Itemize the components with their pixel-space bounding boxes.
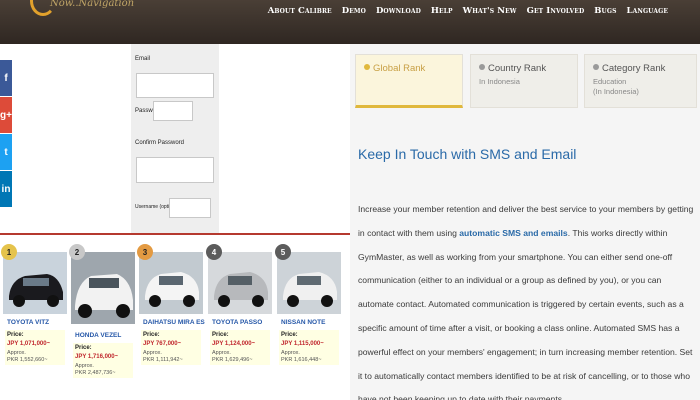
car-photo[interactable] xyxy=(277,252,341,314)
section-body: Increase your member retention and deliv… xyxy=(358,198,696,400)
tab-global-rank[interactable]: Global Rank xyxy=(355,54,463,108)
nav-about-calibre[interactable]: About Calibre xyxy=(268,6,332,16)
approx-label: Approx. xyxy=(75,363,94,369)
car-name[interactable]: NISSAN NOTE xyxy=(281,319,325,326)
social-share-bar: f g+ t in xyxy=(0,60,12,208)
body-text-2: . This works directly within GymMaster, … xyxy=(358,227,693,400)
email-field[interactable] xyxy=(136,73,214,98)
price-pkr: PKR 1,629,496~ xyxy=(212,357,253,363)
right-panel: Global Rank Country Rank In Indonesia Ca… xyxy=(350,44,700,400)
logo-text[interactable]: Now..Navigation xyxy=(50,0,134,9)
price-label: Price: xyxy=(7,332,24,338)
car-name[interactable]: TOYOTA PASSO xyxy=(212,319,262,326)
price-box: Price: JPY 1,124,000~ Approx. PKR 1,629,… xyxy=(210,330,270,365)
car-image-icon xyxy=(139,252,203,314)
section-heading: Keep In Touch with SMS and Email xyxy=(358,146,577,162)
price-label: Price: xyxy=(281,332,298,338)
price-jpy: JPY 767,000~ xyxy=(143,341,182,347)
car-photo[interactable] xyxy=(139,252,203,314)
car-photo[interactable] xyxy=(3,252,67,314)
rank-tabs: Global Rank Country Rank In Indonesia Ca… xyxy=(355,54,697,108)
car-image-icon xyxy=(71,252,135,324)
price-label: Price: xyxy=(143,332,160,338)
username-field[interactable] xyxy=(169,198,211,218)
tab-category-rank[interactable]: Category Rank Education (In Indonesia) xyxy=(584,54,697,108)
left-panel: f g+ t in Email Password Confirm Passwor… xyxy=(0,44,350,400)
nav-download[interactable]: Download xyxy=(376,6,421,16)
car-name[interactable]: TOYOTA VITZ xyxy=(7,319,49,326)
price-box: Price: JPY 1,071,000~ Approx. PKR 1,552,… xyxy=(5,330,65,365)
automatic-sms-link[interactable]: automatic SMS and emails xyxy=(459,228,567,238)
price-pkr: PKR 2,487,736~ xyxy=(75,370,116,376)
confirm-password-field[interactable] xyxy=(136,157,214,183)
tab-subtitle: In Indonesia xyxy=(479,77,520,86)
car-image-icon xyxy=(277,252,341,314)
price-label: Price: xyxy=(75,345,92,351)
tab-subtitle: Education xyxy=(593,77,627,86)
price-pkr: PKR 1,111,942~ xyxy=(143,357,183,363)
price-pkr: PKR 1,552,660~ xyxy=(7,357,48,363)
tab-country-rank[interactable]: Country Rank In Indonesia xyxy=(470,54,578,108)
car-photo[interactable] xyxy=(208,252,272,314)
signup-form: Email Password Confirm Password Username… xyxy=(131,44,219,234)
google-plus-icon[interactable]: g+ xyxy=(0,97,12,133)
approx-label: Approx. xyxy=(212,350,231,356)
email-label: Email xyxy=(135,56,151,62)
tab-title: Country Rank xyxy=(488,63,547,74)
nav-bugs[interactable]: Bugs xyxy=(594,6,616,16)
twitter-icon[interactable]: t xyxy=(0,134,12,170)
rank-badge: 5 xyxy=(275,244,291,260)
approx-label: Approx. xyxy=(143,350,162,356)
car-name[interactable]: HONDA VEZEL xyxy=(75,332,121,339)
nav-help[interactable]: Help xyxy=(431,6,453,16)
globe-icon xyxy=(364,64,370,70)
confirm-password-label: Confirm Password xyxy=(135,140,185,146)
tab-title: Global Rank xyxy=(373,63,426,74)
flag-icon xyxy=(479,64,485,70)
tab-subtitle-2: (In Indonesia) xyxy=(593,87,639,96)
price-pkr: PKR 1,616,448~ xyxy=(281,357,322,363)
approx-label: Approx. xyxy=(7,350,26,356)
rank-badge: 4 xyxy=(206,244,222,260)
car-photo[interactable] xyxy=(71,252,135,324)
top-navigation-bar: Now..Navigation About Calibre Demo Downl… xyxy=(0,0,700,44)
rank-badge: 2 xyxy=(69,244,85,260)
car-name[interactable]: DAIHATSU MIRA ES xyxy=(143,319,205,326)
approx-label: Approx. xyxy=(281,350,300,356)
facebook-icon[interactable]: f xyxy=(0,60,12,96)
price-box: Price: JPY 767,000~ Approx. PKR 1,111,94… xyxy=(141,330,201,365)
divider xyxy=(0,233,350,235)
price-jpy: JPY 1,716,000~ xyxy=(75,354,119,360)
rank-badge: 3 xyxy=(137,244,153,260)
price-label: Price: xyxy=(212,332,229,338)
price-jpy: JPY 1,071,000~ xyxy=(7,341,51,347)
price-jpy: JPY 1,115,000~ xyxy=(281,341,324,347)
page: Now..Navigation About Calibre Demo Downl… xyxy=(0,0,700,400)
price-jpy: JPY 1,124,000~ xyxy=(212,341,256,347)
price-box: Price: JPY 1,716,000~ Approx. PKR 2,487,… xyxy=(73,343,133,378)
nav-whats-new[interactable]: What's New xyxy=(463,6,517,16)
nav-demo[interactable]: Demo xyxy=(342,6,366,16)
nav-language[interactable]: Language xyxy=(627,6,668,16)
main-menu: About Calibre Demo Download Help What's … xyxy=(268,6,668,16)
rank-badge: 1 xyxy=(1,244,17,260)
tab-title: Category Rank xyxy=(602,63,666,74)
car-image-icon xyxy=(3,252,67,314)
car-image-icon xyxy=(208,252,272,314)
category-icon xyxy=(593,64,599,70)
price-box: Price: JPY 1,115,000~ Approx. PKR 1,616,… xyxy=(279,330,339,365)
nav-get-involved[interactable]: Get Involved xyxy=(527,6,585,16)
linkedin-icon[interactable]: in xyxy=(0,171,12,207)
password-field[interactable] xyxy=(153,101,193,121)
car-ranking-list: 1 TOYOTA VITZ Price: JPY 1,071,000~ Appr… xyxy=(0,242,350,400)
